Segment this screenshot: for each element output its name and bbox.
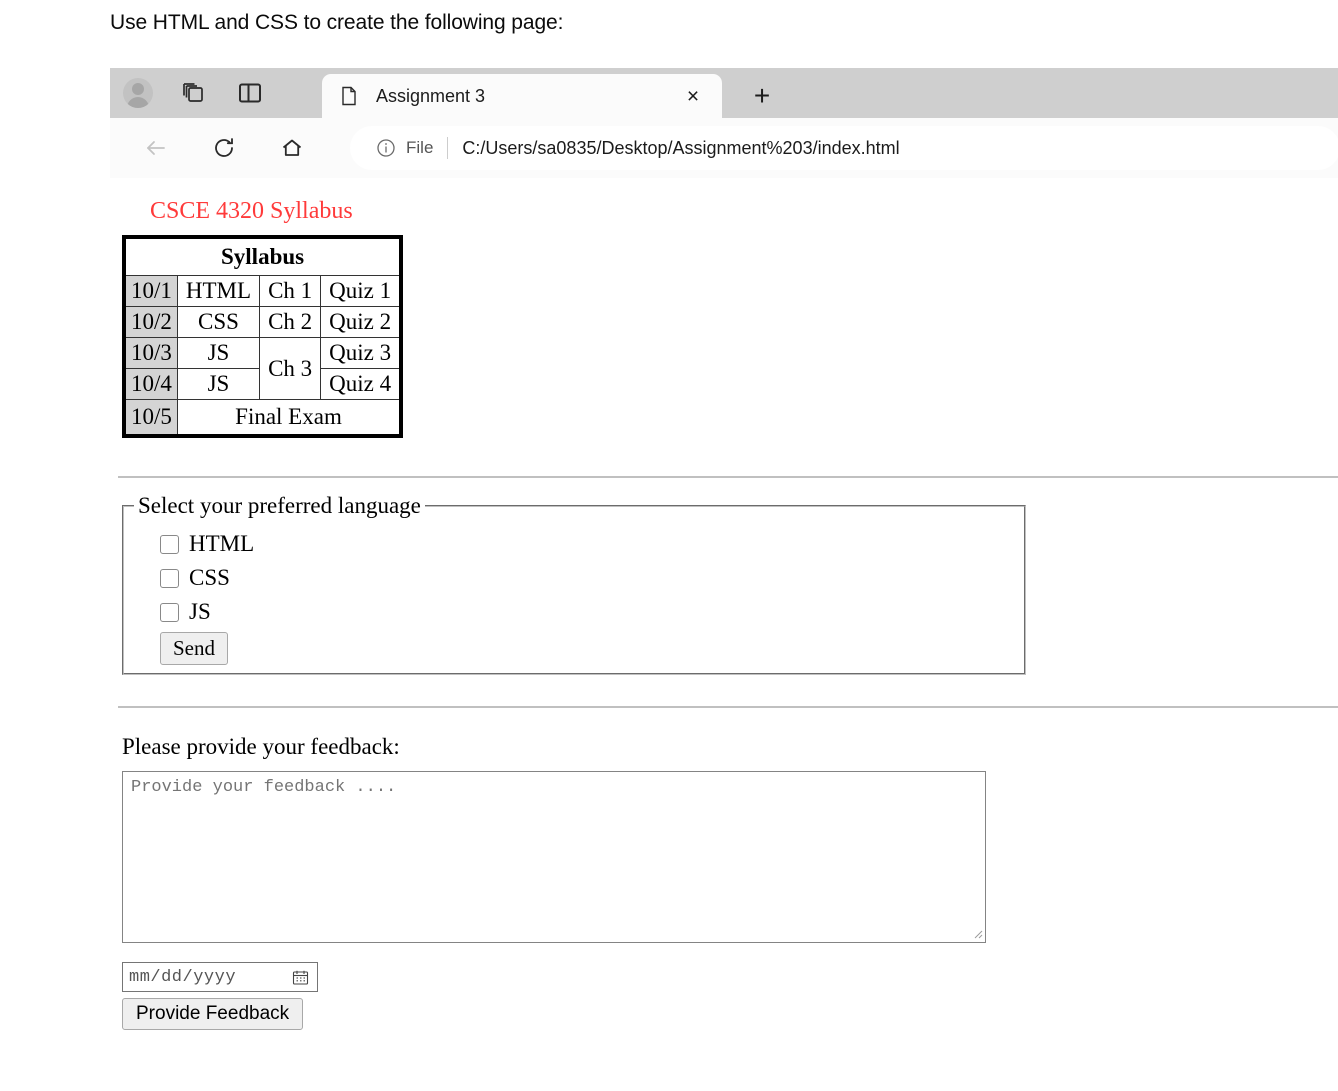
table-row: 10/5 Final Exam [123,399,402,437]
fieldset-legend: Select your preferred language [138,493,421,518]
instruction-text: Use HTML and CSS to create the following… [110,11,564,34]
cell-quiz: Quiz 3 [320,337,402,369]
close-icon[interactable]: × [676,79,710,113]
horizontal-rule-bottom [118,706,1338,708]
feedback-textarea[interactable] [122,771,986,943]
checkbox-label-js: JS [189,599,211,624]
cell-final-exam: Final Exam [176,399,402,437]
tab-collections-icon[interactable] [166,68,222,118]
horizontal-rule-top [118,476,1338,478]
table-caption-row: Syllabus [123,236,402,276]
tab-title: Assignment 3 [376,85,486,106]
feedback-label: Please provide your feedback: [122,734,400,759]
new-tab-button[interactable]: + [734,74,790,118]
provide-feedback-button[interactable]: Provide Feedback [122,998,304,1030]
checkbox-js[interactable] [160,602,179,622]
split-screen-icon[interactable] [222,68,278,118]
language-fieldset: Select your preferred language HTML CSS … [122,493,1026,675]
back-arrow-icon[interactable] [135,127,177,169]
chrome-icon-group [110,68,318,118]
send-button[interactable]: Send [160,632,228,665]
cell-date: 10/1 [123,275,178,307]
checkbox-row-js[interactable]: JS [160,595,1014,629]
checkbox-row-css[interactable]: CSS [160,561,1014,595]
checkbox-label-html: HTML [189,531,255,556]
calendar-icon[interactable] [292,969,309,986]
cell-topic: JS [176,337,261,369]
table-row: 10/3 JS Ch 3 Quiz 3 [123,337,402,400]
cell-topic: CSS [176,306,261,338]
home-icon[interactable] [271,127,313,169]
cell-topic: JS [176,368,261,400]
browser-toolbar: File C:/Users/sa0835/Desktop/Assignment%… [110,118,1338,178]
cell-chapter-span: Ch 3 [259,337,322,400]
table-row: 10/1 HTML Ch 1 Quiz 1 [123,275,402,307]
cell-topic: HTML [176,275,261,307]
cell-date: 10/4 [123,368,178,400]
checkbox-html[interactable] [160,534,179,554]
date-placeholder-text: mm/dd/yyyy [129,967,237,987]
cell-quiz: Quiz 2 [320,306,402,338]
cell-chapter: Ch 2 [259,306,322,338]
page-file-icon [340,86,358,106]
cell-chapter: Ch 1 [259,275,322,307]
cell-quiz: Quiz 4 [320,368,402,400]
checkbox-row-html[interactable]: HTML [160,527,1014,561]
cell-date: 10/5 [123,399,178,437]
browser-tab-assignment-3[interactable]: Assignment 3 × [322,74,722,118]
address-divider [447,137,449,159]
syllabus-caption: Syllabus [123,236,402,276]
address-scheme-label: File [406,138,434,157]
address-url-text: C:/Users/sa0835/Desktop/Assignment%203/i… [462,137,900,158]
reload-icon[interactable] [203,127,245,169]
page-heading: CSCE 4320 Syllabus [150,198,353,224]
tab-strip: Assignment 3 × + [110,68,1338,118]
table-row: 10/2 CSS Ch 2 Quiz 2 [123,306,402,338]
cell-date: 10/2 [123,306,178,338]
page-viewport: CSCE 4320 Syllabus Syllabus 10/1 HTML Ch… [110,178,1338,1091]
cell-quiz: Quiz 1 [320,275,402,307]
info-circle-icon[interactable] [376,138,396,158]
profile-avatar-icon[interactable] [110,68,166,118]
address-bar[interactable]: File C:/Users/sa0835/Desktop/Assignment%… [350,126,1338,170]
browser-window: Assignment 3 × + File C:/Users/sa0835/De… [110,68,1338,1091]
checkbox-css[interactable] [160,568,179,588]
date-input[interactable]: mm/dd/yyyy [122,962,318,992]
syllabus-table: Syllabus 10/1 HTML Ch 1 Quiz 1 10/2 CSS … [122,235,404,438]
checkbox-label-css: CSS [189,565,230,590]
cell-date: 10/3 [123,337,178,369]
